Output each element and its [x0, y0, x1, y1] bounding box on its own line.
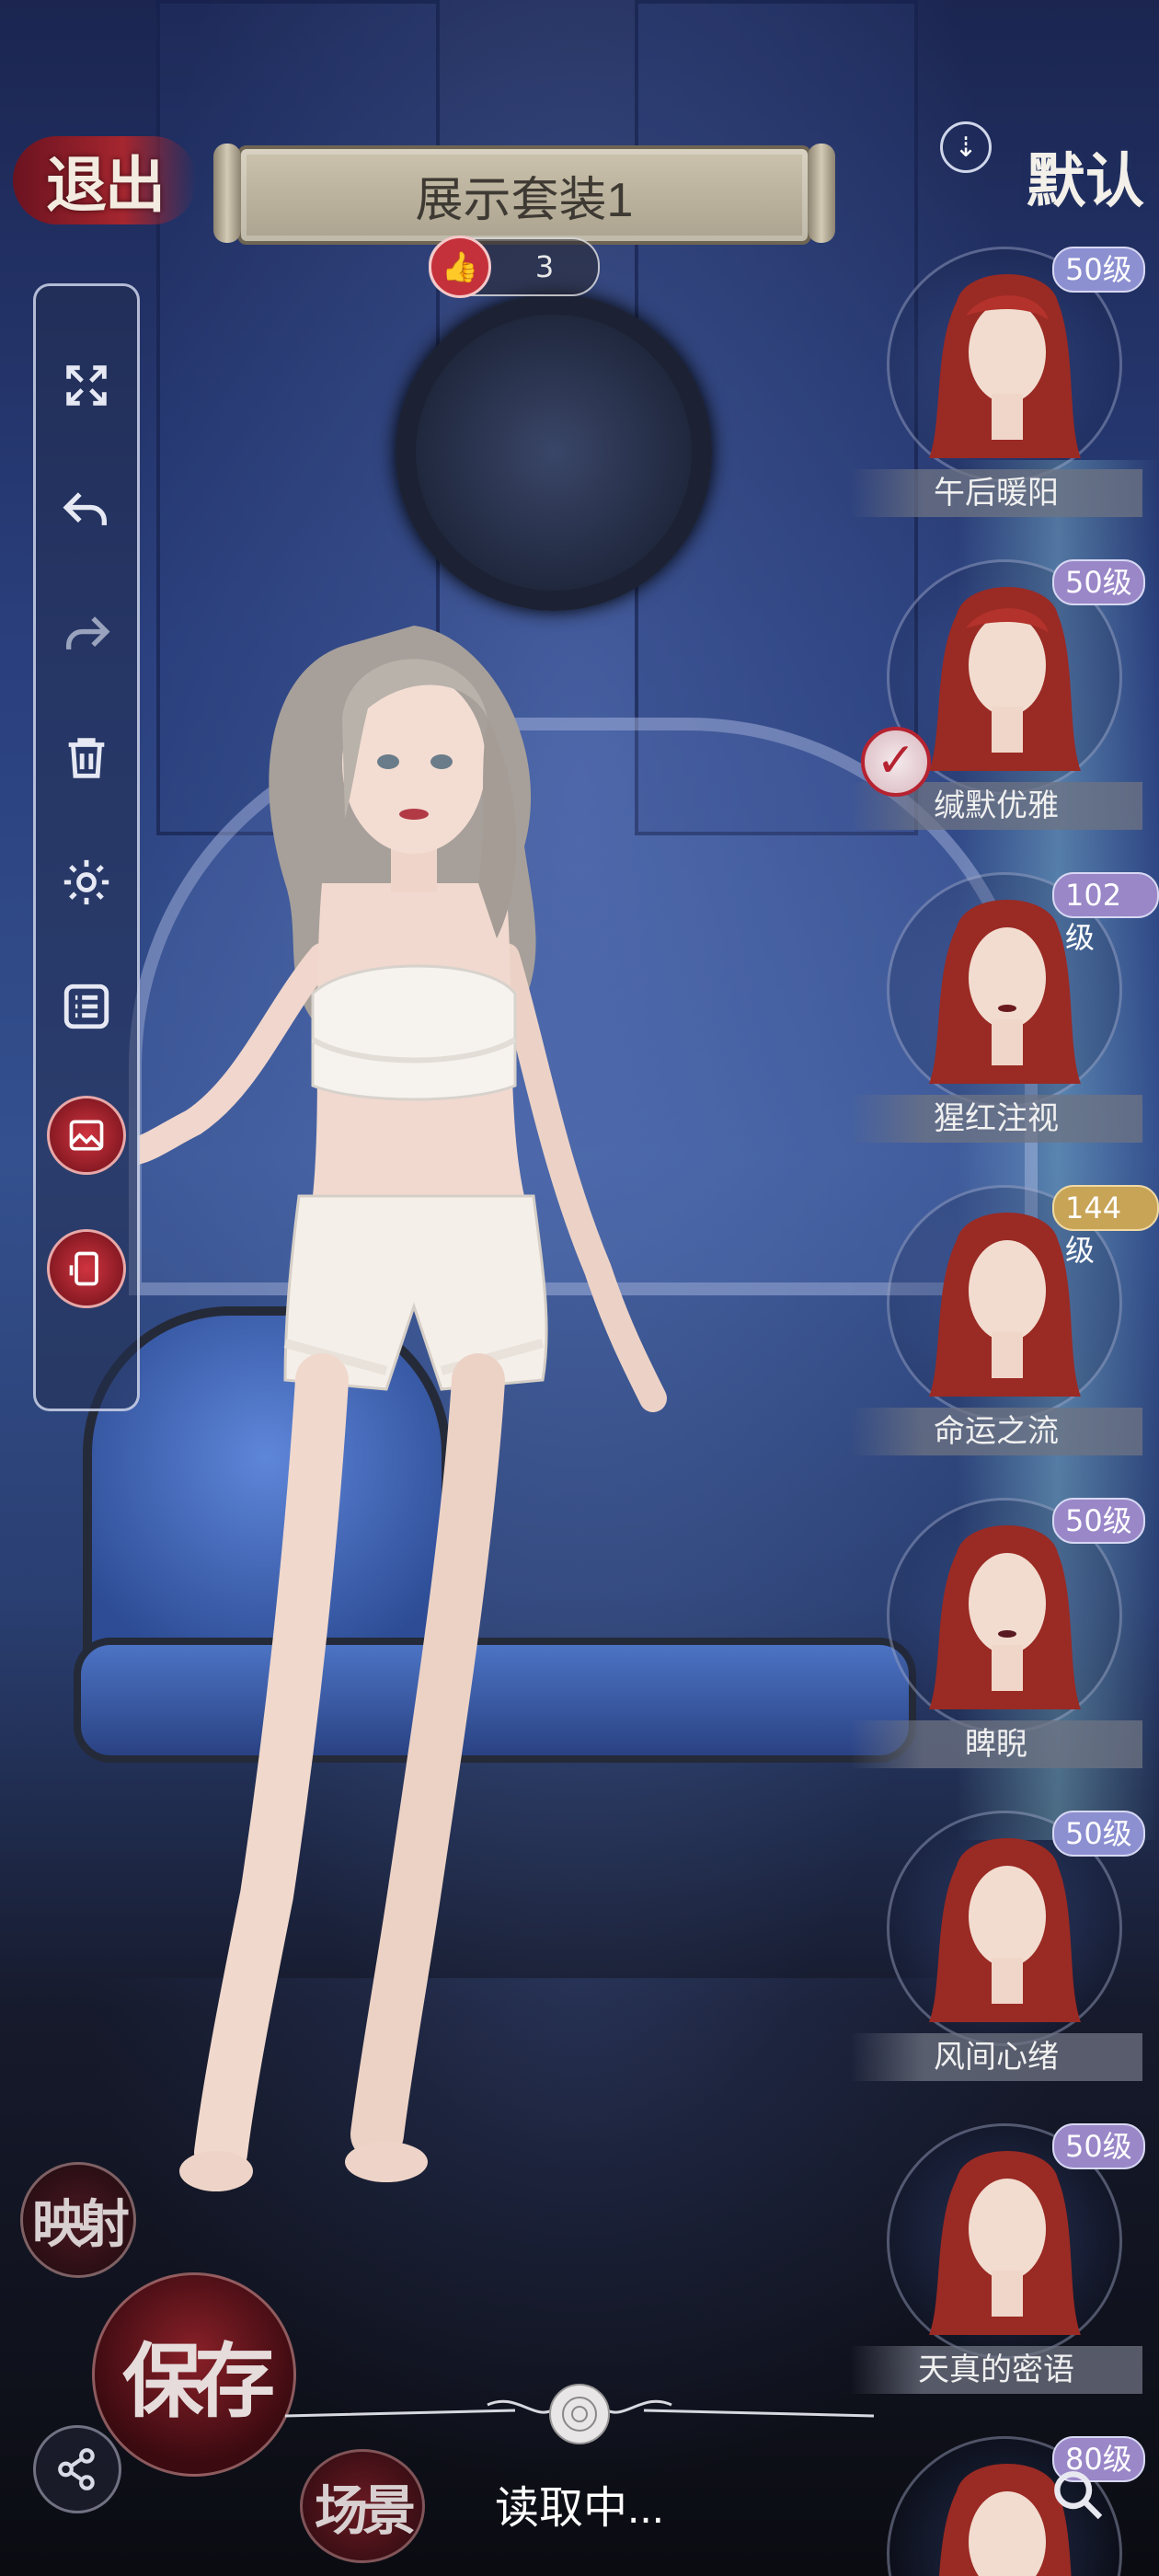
outfit-item[interactable]: 102级 猩红注视 [828, 872, 1159, 1167]
exit-button[interactable]: 退出 [13, 136, 197, 224]
phone-icon[interactable] [47, 1229, 126, 1308]
edit-toolbar [33, 283, 140, 1411]
portrait-image [929, 2151, 1081, 2335]
portrait-image [929, 274, 1081, 458]
outfit-item[interactable]: 50级 风间心绪 [828, 1811, 1159, 2105]
redo-icon[interactable] [52, 599, 121, 669]
pin-icon[interactable]: ⇣ [940, 121, 992, 173]
level-badge: 144级 [1052, 1185, 1159, 1268]
outfit-name: 风间心绪 [850, 2033, 1142, 2081]
list-icon[interactable] [52, 972, 121, 1041]
level-badge: 50级 [1052, 2123, 1145, 2169]
outfit-title: 展示套装1 [415, 173, 634, 227]
portrait-image [929, 1525, 1081, 1709]
gear-icon[interactable] [52, 847, 121, 917]
mapping-button[interactable]: 映射 [20, 2162, 136, 2278]
level-badge: 50级 [1052, 1498, 1145, 1544]
outfit-item[interactable]: 50级 午后暖阳 [828, 247, 1159, 541]
selected-check-icon: ✓ [861, 727, 931, 797]
fullscreen-icon[interactable] [52, 351, 121, 420]
portrait-image [929, 900, 1081, 1084]
outfit-item[interactable]: 50级 睥睨 [828, 1498, 1159, 1792]
undo-icon[interactable] [52, 475, 121, 545]
photo-icon[interactable] [47, 1096, 126, 1175]
outfit-name: 天真的密语 [850, 2346, 1142, 2394]
save-button[interactable]: 保存 [92, 2272, 296, 2477]
exit-label: 退出 [46, 149, 166, 221]
mapping-label: 映射 [32, 2193, 130, 2255]
level-badge: 50级 [1052, 559, 1145, 605]
outfit-item[interactable]: 50级 天真的密语 [828, 2123, 1159, 2418]
like-counter[interactable]: 👍 3 [429, 236, 600, 298]
loading-text: 读取中... [494, 2484, 664, 2533]
outfit-item[interactable]: 50级 缄默优雅 ✓ [828, 559, 1159, 854]
save-label: 保存 [121, 2332, 275, 2429]
outfit-item[interactable]: 144级 命运之流 [828, 1185, 1159, 1479]
trash-icon[interactable] [52, 723, 121, 793]
rose-ornament [285, 2384, 874, 2444]
portrait-image [929, 587, 1081, 771]
level-badge: 50级 [1052, 1811, 1145, 1857]
character-model[interactable] [138, 607, 920, 2263]
thumbs-up-icon[interactable]: 👍 [429, 236, 491, 298]
level-badge: 50级 [1052, 247, 1145, 293]
portrait-image [929, 1213, 1081, 1397]
outfit-name: 猩红注视 [850, 1095, 1142, 1143]
level-badge: 102级 [1052, 872, 1159, 955]
default-label: 默认 [1027, 147, 1144, 216]
like-count: 3 [534, 249, 555, 284]
default-tab[interactable]: ⇣ 默认 [927, 118, 1159, 219]
outfit-name: 命运之流 [850, 1408, 1142, 1455]
outfit-name: 睥睨 [850, 1720, 1142, 1768]
outfit-title-banner[interactable]: 展示套装1 [213, 144, 835, 245]
portrait-image [929, 1838, 1081, 2022]
wall-mirror [396, 294, 712, 611]
outfit-name: 午后暖阳 [850, 469, 1142, 517]
